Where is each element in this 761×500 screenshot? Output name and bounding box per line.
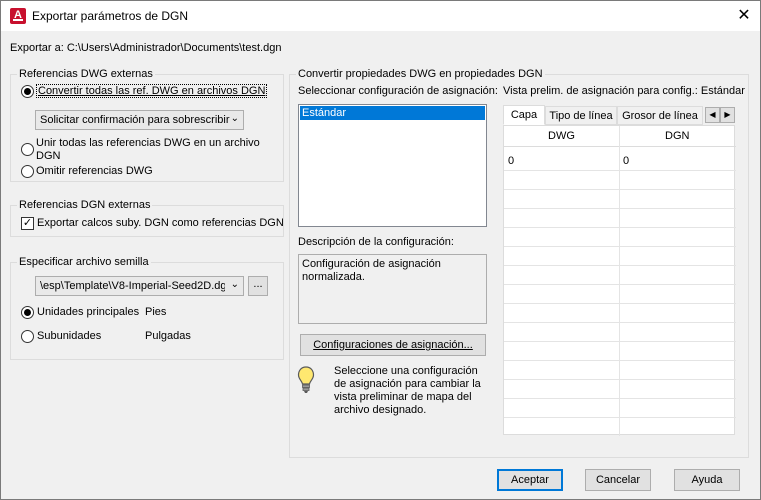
grid-row-line (504, 246, 736, 247)
grid-header-dgn: DGN (665, 130, 690, 142)
tab-lineweight[interactable]: Grosor de línea (617, 106, 703, 125)
export-path-label: Exportar a: C:\Users\Administrador\Docum… (10, 42, 282, 54)
chevron-down-icon: ⌄ (230, 279, 239, 290)
header-divider (504, 146, 736, 147)
grid-row-line (504, 265, 736, 266)
preview-label: Vista prelim. de asignación para config.… (503, 85, 745, 97)
grid-row-line (504, 284, 736, 285)
export-underlays-checkbox[interactable]: ✓ (21, 217, 34, 230)
tab-scroll-left-icon[interactable]: ◀ (705, 107, 720, 123)
grid-cell-dwg: 0 (508, 155, 515, 167)
export-underlays-label: Exportar calcos suby. DGN como referenci… (37, 217, 284, 229)
sub-units-label: Subunidades (37, 330, 102, 342)
tab-linetype[interactable]: Tipo de línea (545, 106, 617, 125)
mapping-preview-grid: DWG DGN 0 0 (503, 125, 736, 436)
cancel-button[interactable]: Cancelar (585, 469, 651, 491)
omit-refs-radio[interactable] (21, 165, 34, 178)
omit-refs-label: Omitir referencias DWG (36, 165, 153, 177)
mapping-configs-button[interactable]: Configuraciones de asignación... (300, 334, 486, 356)
grid-row-line (504, 227, 736, 228)
description-label: Descripción de la configuración: (298, 236, 454, 248)
grid-row-line (504, 208, 736, 209)
grid-row-line (504, 360, 736, 361)
convert-props-legend: Convertir propiedades DWG en propiedades… (296, 68, 545, 80)
convert-refs-label: Convertir todas las ref. DWG en archivos… (36, 84, 268, 98)
config-item-selected[interactable]: Estándar (300, 106, 485, 120)
convert-refs-radio[interactable] (21, 85, 34, 98)
close-icon[interactable]: ✕ (735, 7, 753, 25)
grid-row-line (504, 303, 736, 304)
overwrite-combo[interactable]: Solicitar confirmación para sobrescribir… (35, 110, 244, 130)
column-divider (619, 126, 620, 436)
lightbulb-icon (297, 365, 315, 395)
window-title: Exportar parámetros de DGN (32, 9, 189, 23)
tab-layer[interactable]: Capa (503, 105, 545, 125)
chevron-down-icon: ⌄ (230, 113, 239, 124)
dgn-refs-legend: Referencias DGN externas (17, 199, 153, 211)
grid-cell-dgn: 0 (623, 155, 630, 167)
grid-row-line (504, 417, 736, 418)
merge-refs-label: Unir todas las referencias DWG en un arc… (36, 137, 260, 162)
seed-file-legend: Especificar archivo semilla (17, 256, 151, 268)
master-units-label: Unidades principales (37, 306, 140, 318)
select-config-label: Seleccionar configuración de asignación: (298, 85, 498, 97)
grid-row-line (504, 379, 736, 380)
overwrite-combo-value: Solicitar confirmación para sobrescribir (40, 114, 230, 126)
title-bar: A Exportar parámetros de DGN ✕ (1, 1, 760, 31)
master-units-value: Pies (145, 306, 167, 318)
browse-seed-button[interactable]: ... (248, 276, 268, 296)
hint-text: Seleccione una configuración de asignaci… (334, 365, 481, 416)
config-listbox[interactable]: Estándar (298, 104, 487, 227)
seed-file-combo[interactable]: \esp\Template\V8-Imperial-Seed2D.dgn ⌄ (35, 276, 244, 296)
master-units-radio[interactable] (21, 306, 34, 319)
help-button[interactable]: Ayuda (674, 469, 740, 491)
merge-refs-radio[interactable] (21, 143, 34, 156)
autocad-app-icon: A (10, 8, 26, 24)
description-text: Configuración de asignación normalizada. (302, 258, 441, 283)
grid-row-line (504, 398, 736, 399)
seed-file-value: \esp\Template\V8-Imperial-Seed2D.dgn (40, 280, 225, 292)
accept-button[interactable]: Aceptar (497, 469, 563, 491)
grid-row-line (504, 322, 736, 323)
grid-row-line (504, 170, 736, 171)
grid-row-line (504, 341, 736, 342)
tab-scroll-right-icon[interactable]: ▶ (720, 107, 735, 123)
export-dgn-dialog: A Exportar parámetros de DGN ✕ Exportar … (0, 0, 761, 500)
description-box: Configuración de asignación normalizada. (298, 254, 487, 324)
grid-row-line (504, 189, 736, 190)
sub-units-value: Pulgadas (145, 330, 191, 342)
dwg-refs-legend: Referencias DWG externas (17, 68, 155, 80)
grid-header-dwg: DWG (548, 130, 575, 142)
sub-units-radio[interactable] (21, 330, 34, 343)
